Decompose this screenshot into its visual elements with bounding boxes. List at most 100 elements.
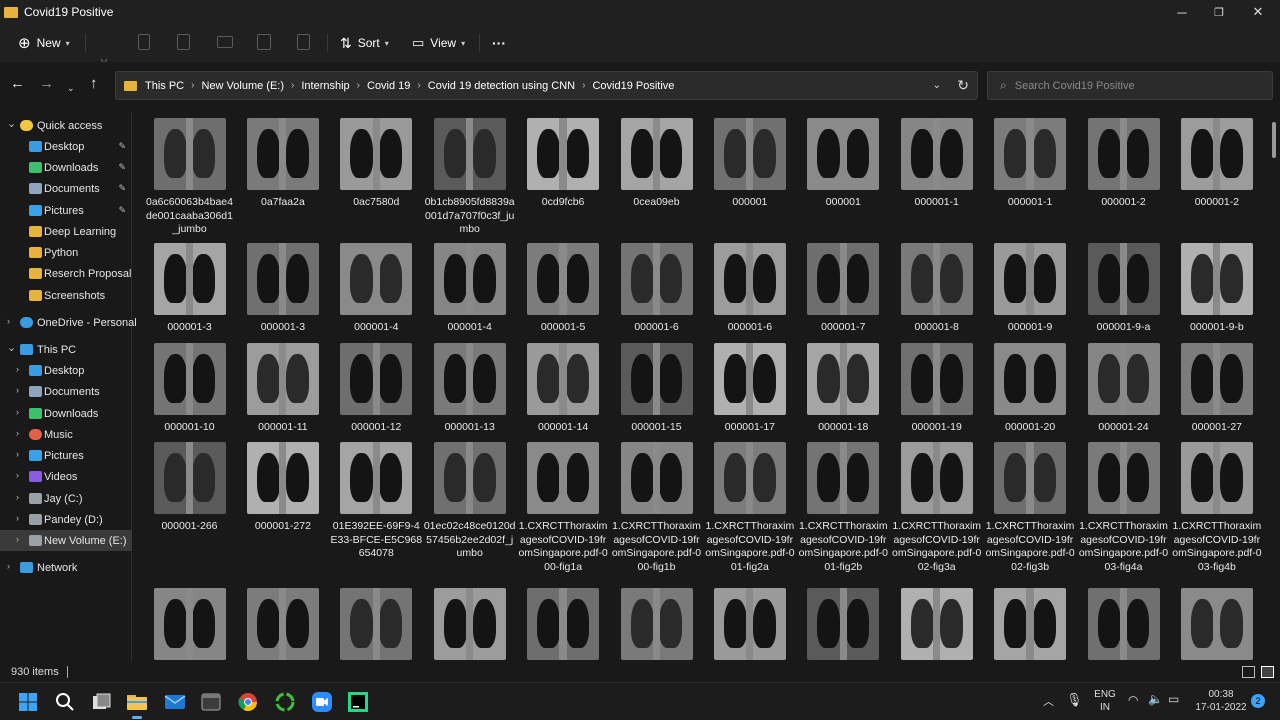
pycharm-icon[interactable] [345, 689, 371, 715]
sidebar-item[interactable]: › OneDrive - Personal [0, 312, 137, 333]
sidebar-item[interactable]: › Downloads [0, 403, 132, 424]
file-item[interactable]: 0b1cb8905fd8839a001d7a707f0c3f_jumbo [424, 118, 516, 248]
wifi-icon[interactable]: ◠ [1128, 693, 1138, 707]
file-item[interactable] [704, 588, 796, 662]
up-icon[interactable]: ↑ [90, 76, 98, 92]
chevron-right-icon[interactable]: › [16, 513, 19, 523]
file-item[interactable]: 000001-1 [891, 118, 983, 248]
copy-icon[interactable] [138, 34, 150, 50]
large-icons-view-icon[interactable] [1261, 666, 1274, 678]
vertical-scrollbar[interactable] [1268, 112, 1280, 662]
mail-icon[interactable] [162, 689, 188, 715]
file-item[interactable] [984, 588, 1076, 662]
notification-badge[interactable]: 2 [1251, 694, 1265, 708]
chevron-right-icon[interactable]: › [16, 534, 19, 544]
delete-icon[interactable] [297, 34, 310, 50]
refresh-icon[interactable]: ↻ [957, 77, 969, 94]
sidebar-item[interactable]: Desktop ✎ [0, 136, 132, 157]
details-view-icon[interactable] [1242, 666, 1255, 678]
file-item[interactable]: 000001 [797, 118, 889, 248]
file-item[interactable]: 1.CXRCTThoraximagesofCOVID-19fromSingapo… [611, 442, 703, 573]
sidebar-item[interactable]: Reserch Proposal [0, 263, 132, 284]
file-item[interactable]: 0cd9fcb6 [517, 118, 609, 248]
sidebar-item[interactable]: › Documents [0, 381, 132, 402]
sidebar-item[interactable]: Documents ✎ [0, 178, 132, 199]
file-item[interactable]: 000001-2 [1171, 118, 1263, 248]
file-item[interactable] [797, 588, 889, 662]
chevron-right-icon[interactable]: › [7, 561, 10, 571]
file-item[interactable] [237, 588, 329, 662]
breadcrumb-item[interactable]: Covid 19 detection using CNN [428, 80, 575, 92]
microphone-icon[interactable]: 🎙 [1066, 692, 1083, 708]
circle-app-icon[interactable] [272, 689, 298, 715]
file-item[interactable]: 000001-1 [984, 118, 1076, 248]
battery-icon[interactable]: ▭ [1168, 692, 1179, 706]
breadcrumb-item[interactable]: New Volume (E:) [201, 80, 284, 92]
search-input[interactable] [1014, 79, 1255, 92]
sidebar-item[interactable]: Pictures ✎ [0, 200, 132, 221]
file-item[interactable] [1078, 588, 1170, 662]
share-icon[interactable] [257, 34, 271, 50]
breadcrumb-separator-icon[interactable]: › [417, 80, 420, 91]
breadcrumb-item[interactable]: This PC [145, 80, 184, 92]
sidebar-item[interactable]: ⌄ Quick access [0, 115, 132, 136]
volume-icon[interactable]: 🔈 [1148, 692, 1163, 706]
breadcrumb-separator-icon[interactable]: › [357, 80, 360, 91]
forward-icon[interactable]: → [39, 76, 54, 92]
new-button[interactable]: ⊕ New ▾ [12, 28, 76, 58]
breadcrumb-item[interactable]: Covid19 Positive [592, 80, 674, 92]
file-item[interactable]: 1.CXRCTThoraximagesofCOVID-19fromSingapo… [517, 442, 609, 573]
chevron-right-icon[interactable]: › [16, 407, 19, 417]
zoom-icon[interactable] [309, 689, 335, 715]
file-item[interactable]: 0cea09eb [611, 118, 703, 248]
file-item[interactable]: 01ec02c48ce0120d57456b2ee2d02f_jumbo [424, 442, 516, 572]
file-item[interactable] [611, 588, 703, 662]
sidebar-item[interactable]: › Music [0, 424, 132, 445]
file-item[interactable] [424, 588, 516, 662]
file-item[interactable]: 01E392EE-69F9-4E33-BFCE-E5C968654078 [330, 442, 422, 572]
sidebar-item[interactable]: › New Volume (E:) [0, 530, 132, 551]
file-item[interactable]: 1.CXRCTThoraximagesofCOVID-19fromSingapo… [891, 442, 983, 573]
file-item[interactable] [891, 588, 983, 662]
chevron-down-icon[interactable]: ⌄ [7, 117, 16, 130]
chevron-right-icon[interactable]: › [16, 492, 19, 502]
sidebar-item[interactable]: Downloads ✎ [0, 157, 132, 178]
file-item[interactable]: 0a6c60063b4bae4de001caaba306d1_jumbo [144, 118, 236, 248]
sidebar-item[interactable]: › Desktop [0, 360, 132, 381]
sort-button[interactable]: ⇅ Sort ▾ [334, 28, 395, 58]
breadcrumb-separator-icon[interactable]: › [582, 80, 585, 91]
terminal-icon[interactable] [198, 689, 224, 715]
recent-locations-icon[interactable]: ⌄ [67, 80, 75, 96]
file-item[interactable] [330, 588, 422, 662]
rename-icon[interactable] [217, 36, 233, 48]
close-button[interactable]: ✕ [1238, 0, 1278, 24]
file-item[interactable]: 1.CXRCTThoraximagesofCOVID-19fromSingapo… [984, 442, 1076, 573]
sidebar-item[interactable]: › Pandey (D:) [0, 509, 132, 530]
start-icon[interactable] [15, 689, 41, 715]
file-item[interactable]: 0ac7580d [330, 118, 422, 248]
file-item[interactable]: 000001-266 [144, 442, 236, 572]
maximize-button[interactable]: ❐ [1199, 0, 1239, 24]
search-box[interactable]: ⌕ [987, 71, 1273, 100]
chevron-right-icon[interactable]: › [16, 364, 19, 374]
chrome-icon[interactable] [235, 689, 261, 715]
chevron-right-icon[interactable]: › [16, 428, 19, 438]
back-icon[interactable]: ← [10, 76, 25, 92]
show-hidden-icons-icon[interactable]: ︿ [1043, 693, 1054, 709]
view-button[interactable]: ▭ View ▾ [406, 28, 471, 58]
sidebar-item[interactable]: Screenshots [0, 285, 132, 306]
scrollbar-thumb[interactable] [1272, 122, 1276, 158]
sidebar-item[interactable]: › Pictures [0, 445, 132, 466]
file-item[interactable] [517, 588, 609, 662]
file-item[interactable]: 1.CXRCTThoraximagesofCOVID-19fromSingapo… [797, 442, 889, 573]
chevron-right-icon[interactable]: › [7, 316, 10, 326]
sidebar-item[interactable]: › Videos [0, 466, 132, 487]
language-indicator[interactable]: ENG IN [1092, 688, 1118, 714]
breadcrumb-separator-icon[interactable]: › [291, 80, 294, 91]
minimize-button[interactable]: ─ [1162, 0, 1202, 24]
chevron-right-icon[interactable]: › [16, 449, 19, 459]
file-item[interactable]: 1.CXRCTThoraximagesofCOVID-19fromSingapo… [704, 442, 796, 573]
sidebar-item[interactable]: Python [0, 242, 132, 263]
file-item[interactable]: 1.CXRCTThoraximagesofCOVID-19fromSingapo… [1171, 442, 1263, 573]
chevron-right-icon[interactable]: › [16, 470, 19, 480]
